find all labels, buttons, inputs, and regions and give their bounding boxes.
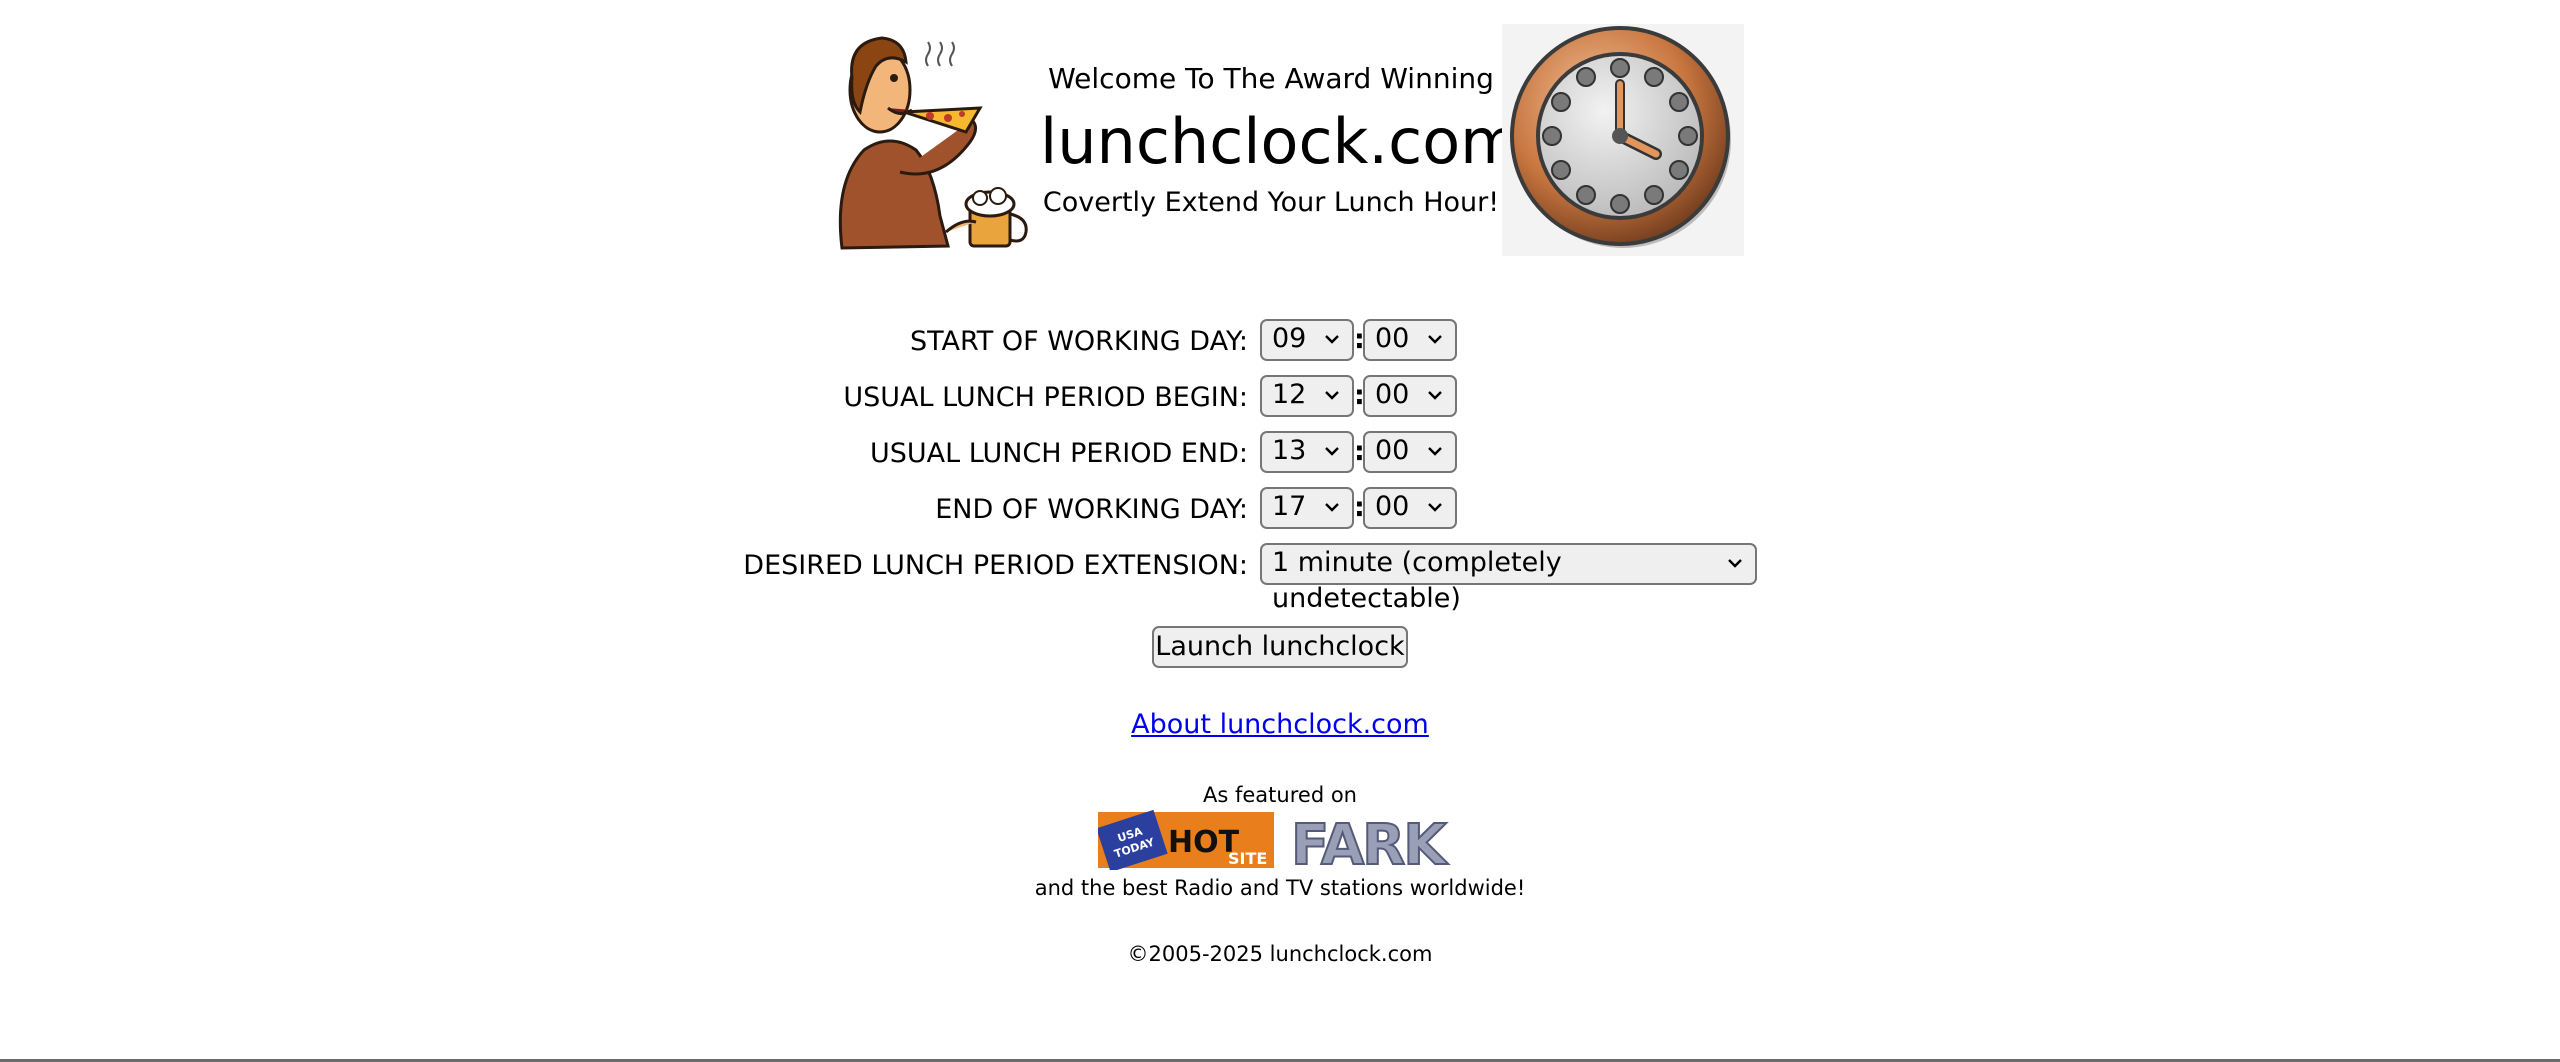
chevron-down-icon xyxy=(1728,559,1742,568)
chevron-down-icon xyxy=(1325,335,1339,344)
launch-button[interactable]: Launch lunchclock xyxy=(1152,626,1408,668)
pizza-eater-illustration xyxy=(838,36,1028,250)
start-hour-select[interactable]: 09 xyxy=(1260,319,1354,361)
lunch-end-minute-select[interactable]: 00 xyxy=(1363,431,1457,473)
start-hour-value: 09 xyxy=(1272,323,1307,354)
chevron-down-icon xyxy=(1325,503,1339,512)
chevron-down-icon xyxy=(1428,335,1442,344)
lunch-end-label: USUAL LUNCH PERIOD END: xyxy=(870,438,1248,469)
copyright-text: ©2005-2025 lunchclock.com xyxy=(1127,942,1433,966)
svg-text:SITE: SITE xyxy=(1228,849,1267,868)
fark-logo: FARK xyxy=(1286,812,1462,870)
lunch-end-minute-value: 00 xyxy=(1375,435,1410,466)
time-separator: : xyxy=(1354,436,1365,467)
chevron-down-icon xyxy=(1325,391,1339,400)
end-of-day-row: END OF WORKING DAY: 17 : 00 xyxy=(0,486,2560,532)
site-title: lunchclock.com xyxy=(1040,105,1521,178)
header: Welcome To The Award Winning lunchclock.… xyxy=(830,22,1750,258)
extension-row: DESIRED LUNCH PERIOD EXTENSION: 1 minute… xyxy=(0,542,2560,614)
lunch-end-row: USUAL LUNCH PERIOD END: 13 : 00 xyxy=(0,430,2560,476)
wall-clock-illustration xyxy=(1502,24,1744,256)
press-logos: USA TODAY HOT SITE FARK xyxy=(1098,809,1462,870)
lunch-begin-minute-select[interactable]: 00 xyxy=(1363,375,1457,417)
start-of-day-label: START OF WORKING DAY: xyxy=(909,326,1248,357)
start-of-day-row: START OF WORKING DAY: 09 : 00 xyxy=(0,318,2560,364)
start-minute-select[interactable]: 00 xyxy=(1363,319,1457,361)
lunch-begin-minute-value: 00 xyxy=(1375,379,1410,410)
end-minute-select[interactable]: 00 xyxy=(1363,487,1457,529)
time-separator: : xyxy=(1354,380,1365,411)
end-hour-select[interactable]: 17 xyxy=(1260,487,1354,529)
end-hour-value: 17 xyxy=(1272,491,1307,522)
header-text: Welcome To The Award Winning lunchclock.… xyxy=(1040,22,1521,220)
page: Welcome To The Award Winning lunchclock.… xyxy=(0,0,2560,1062)
about-link[interactable]: About lunchclock.com xyxy=(1131,709,1429,740)
lunch-begin-label: USUAL LUNCH PERIOD BEGIN: xyxy=(843,382,1248,413)
featured-label: As featured on xyxy=(1203,783,1357,807)
time-separator: : xyxy=(1354,324,1365,355)
chevron-down-icon xyxy=(1428,391,1442,400)
lunch-end-hour-value: 13 xyxy=(1272,435,1307,466)
lunch-begin-hour-value: 12 xyxy=(1272,379,1307,410)
extension-value: 1 minute (completely undetectable) xyxy=(1272,547,1562,614)
start-minute-value: 00 xyxy=(1375,323,1410,354)
about-link-container: About lunchclock.com xyxy=(0,708,2560,742)
lunch-end-hour-select[interactable]: 13 xyxy=(1260,431,1354,473)
extension-select[interactable]: 1 minute (completely undetectable) xyxy=(1260,543,1757,614)
end-of-day-label: END OF WORKING DAY: xyxy=(935,494,1248,525)
lunch-begin-row: USUAL LUNCH PERIOD BEGIN: 12 : 00 xyxy=(0,374,2560,420)
chevron-down-icon xyxy=(1325,447,1339,456)
end-minute-value: 00 xyxy=(1375,491,1410,522)
time-separator: : xyxy=(1354,492,1365,523)
chevron-down-icon xyxy=(1428,503,1442,512)
svg-text:FARK: FARK xyxy=(1291,813,1449,870)
lunch-begin-hour-select[interactable]: 12 xyxy=(1260,375,1354,417)
tagline: Covertly Extend Your Lunch Hour! xyxy=(1042,187,1500,218)
usa-today-hot-site-logo: USA TODAY HOT SITE xyxy=(1098,809,1274,870)
worldwide-text: and the best Radio and TV stations world… xyxy=(1034,876,1526,900)
welcome-text: Welcome To The Award Winning xyxy=(1048,62,1494,95)
extension-label: DESIRED LUNCH PERIOD EXTENSION: xyxy=(743,550,1248,581)
chevron-down-icon xyxy=(1428,447,1442,456)
